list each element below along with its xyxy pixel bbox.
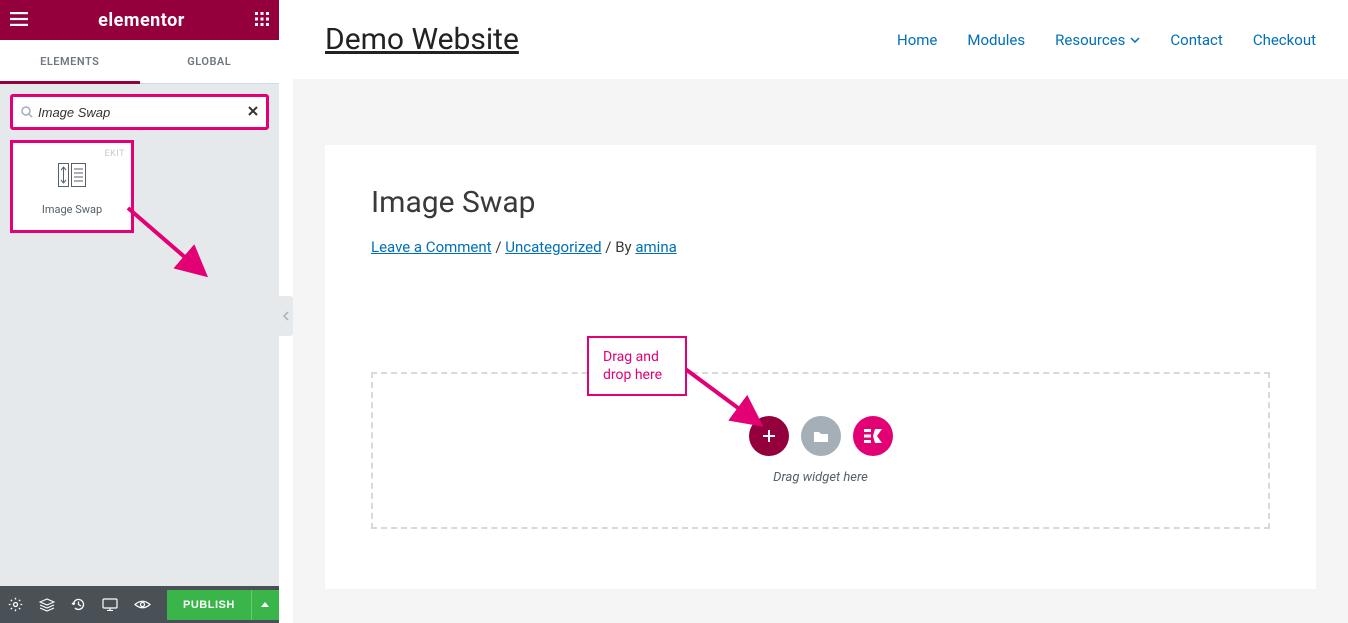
elementskit-button[interactable] <box>853 416 893 456</box>
dropzone-hint: Drag widget here <box>773 470 868 485</box>
nav-resources[interactable]: Resources <box>1055 31 1140 49</box>
publish-options-button[interactable] <box>251 590 279 620</box>
widget-search-wrap <box>0 84 279 140</box>
publish-group: PUBLISH <box>167 590 279 620</box>
chevron-down-icon <box>1130 37 1140 43</box>
widget-search-box <box>10 94 269 130</box>
annotation-text: Drag and drop here <box>603 348 671 384</box>
tab-elements[interactable]: ELEMENTS <box>0 40 140 83</box>
elementor-sidebar: elementor ELEMENTS GLOBAL EKIT Image Swa… <box>0 0 279 623</box>
add-section-button[interactable] <box>749 416 789 456</box>
widget-badge: EKIT <box>105 149 125 159</box>
apps-grid-icon[interactable] <box>255 11 269 30</box>
preview-icon[interactable] <box>134 596 151 614</box>
content-card: Image Swap Leave a Comment / Uncategoriz… <box>325 145 1316 589</box>
preview-area: Demo Website Home Modules Resources Cont… <box>293 0 1348 623</box>
content-bg: Image Swap Leave a Comment / Uncategoriz… <box>293 79 1348 623</box>
responsive-icon[interactable] <box>102 596 118 614</box>
folder-icon <box>813 430 829 443</box>
sidebar-footer: PUBLISH <box>0 586 279 623</box>
nav-contact[interactable]: Contact <box>1170 31 1222 49</box>
sidebar-tabs: ELEMENTS GLOBAL <box>0 40 279 84</box>
site-title-link[interactable]: Demo Website <box>325 22 519 57</box>
author-link[interactable]: amina <box>635 238 676 256</box>
category-link[interactable]: Uncategorized <box>505 238 601 256</box>
nav-checkout[interactable]: Checkout <box>1253 31 1316 49</box>
widget-label: Image Swap <box>42 203 102 216</box>
annotation-callout: Drag and drop here <box>587 336 687 396</box>
meta-sep: / By <box>602 238 636 256</box>
post-meta: Leave a Comment / Uncategorized / By ami… <box>371 238 1270 256</box>
hamburger-menu-icon[interactable] <box>10 11 28 30</box>
navigator-icon[interactable] <box>39 596 55 614</box>
brand-label: elementor <box>98 10 185 31</box>
page-title: Image Swap <box>371 185 1270 220</box>
nav-home[interactable]: Home <box>897 31 937 49</box>
search-icon <box>21 103 33 122</box>
sidebar-header: elementor <box>0 0 279 40</box>
widgets-area: EKIT Image Swap <box>0 140 279 233</box>
elementor-dropzone[interactable]: Drag widget here <box>371 372 1270 529</box>
site-nav: Home Modules Resources Contact Checkout <box>897 31 1316 49</box>
tab-global[interactable]: GLOBAL <box>140 40 280 83</box>
plus-icon <box>762 429 776 443</box>
widget-search-input[interactable] <box>38 105 248 120</box>
site-header: Demo Website Home Modules Resources Cont… <box>293 0 1348 79</box>
template-library-button[interactable] <box>801 416 841 456</box>
nav-resources-label: Resources <box>1055 31 1125 49</box>
panel-collapse-toggle[interactable] <box>279 296 293 336</box>
dropzone-wrap: Drag and drop here <box>371 372 1270 529</box>
widget-image-swap[interactable]: EKIT Image Swap <box>10 140 134 233</box>
clear-search-icon[interactable] <box>248 105 258 120</box>
nav-modules[interactable]: Modules <box>967 31 1025 49</box>
elementskit-icon <box>864 429 882 443</box>
image-swap-icon <box>58 161 86 189</box>
history-icon[interactable] <box>71 596 86 614</box>
settings-icon[interactable] <box>8 596 23 614</box>
dropzone-buttons <box>749 416 893 456</box>
meta-sep: / <box>492 238 506 256</box>
publish-button[interactable]: PUBLISH <box>167 590 251 620</box>
leave-comment-link[interactable]: Leave a Comment <box>371 238 492 256</box>
